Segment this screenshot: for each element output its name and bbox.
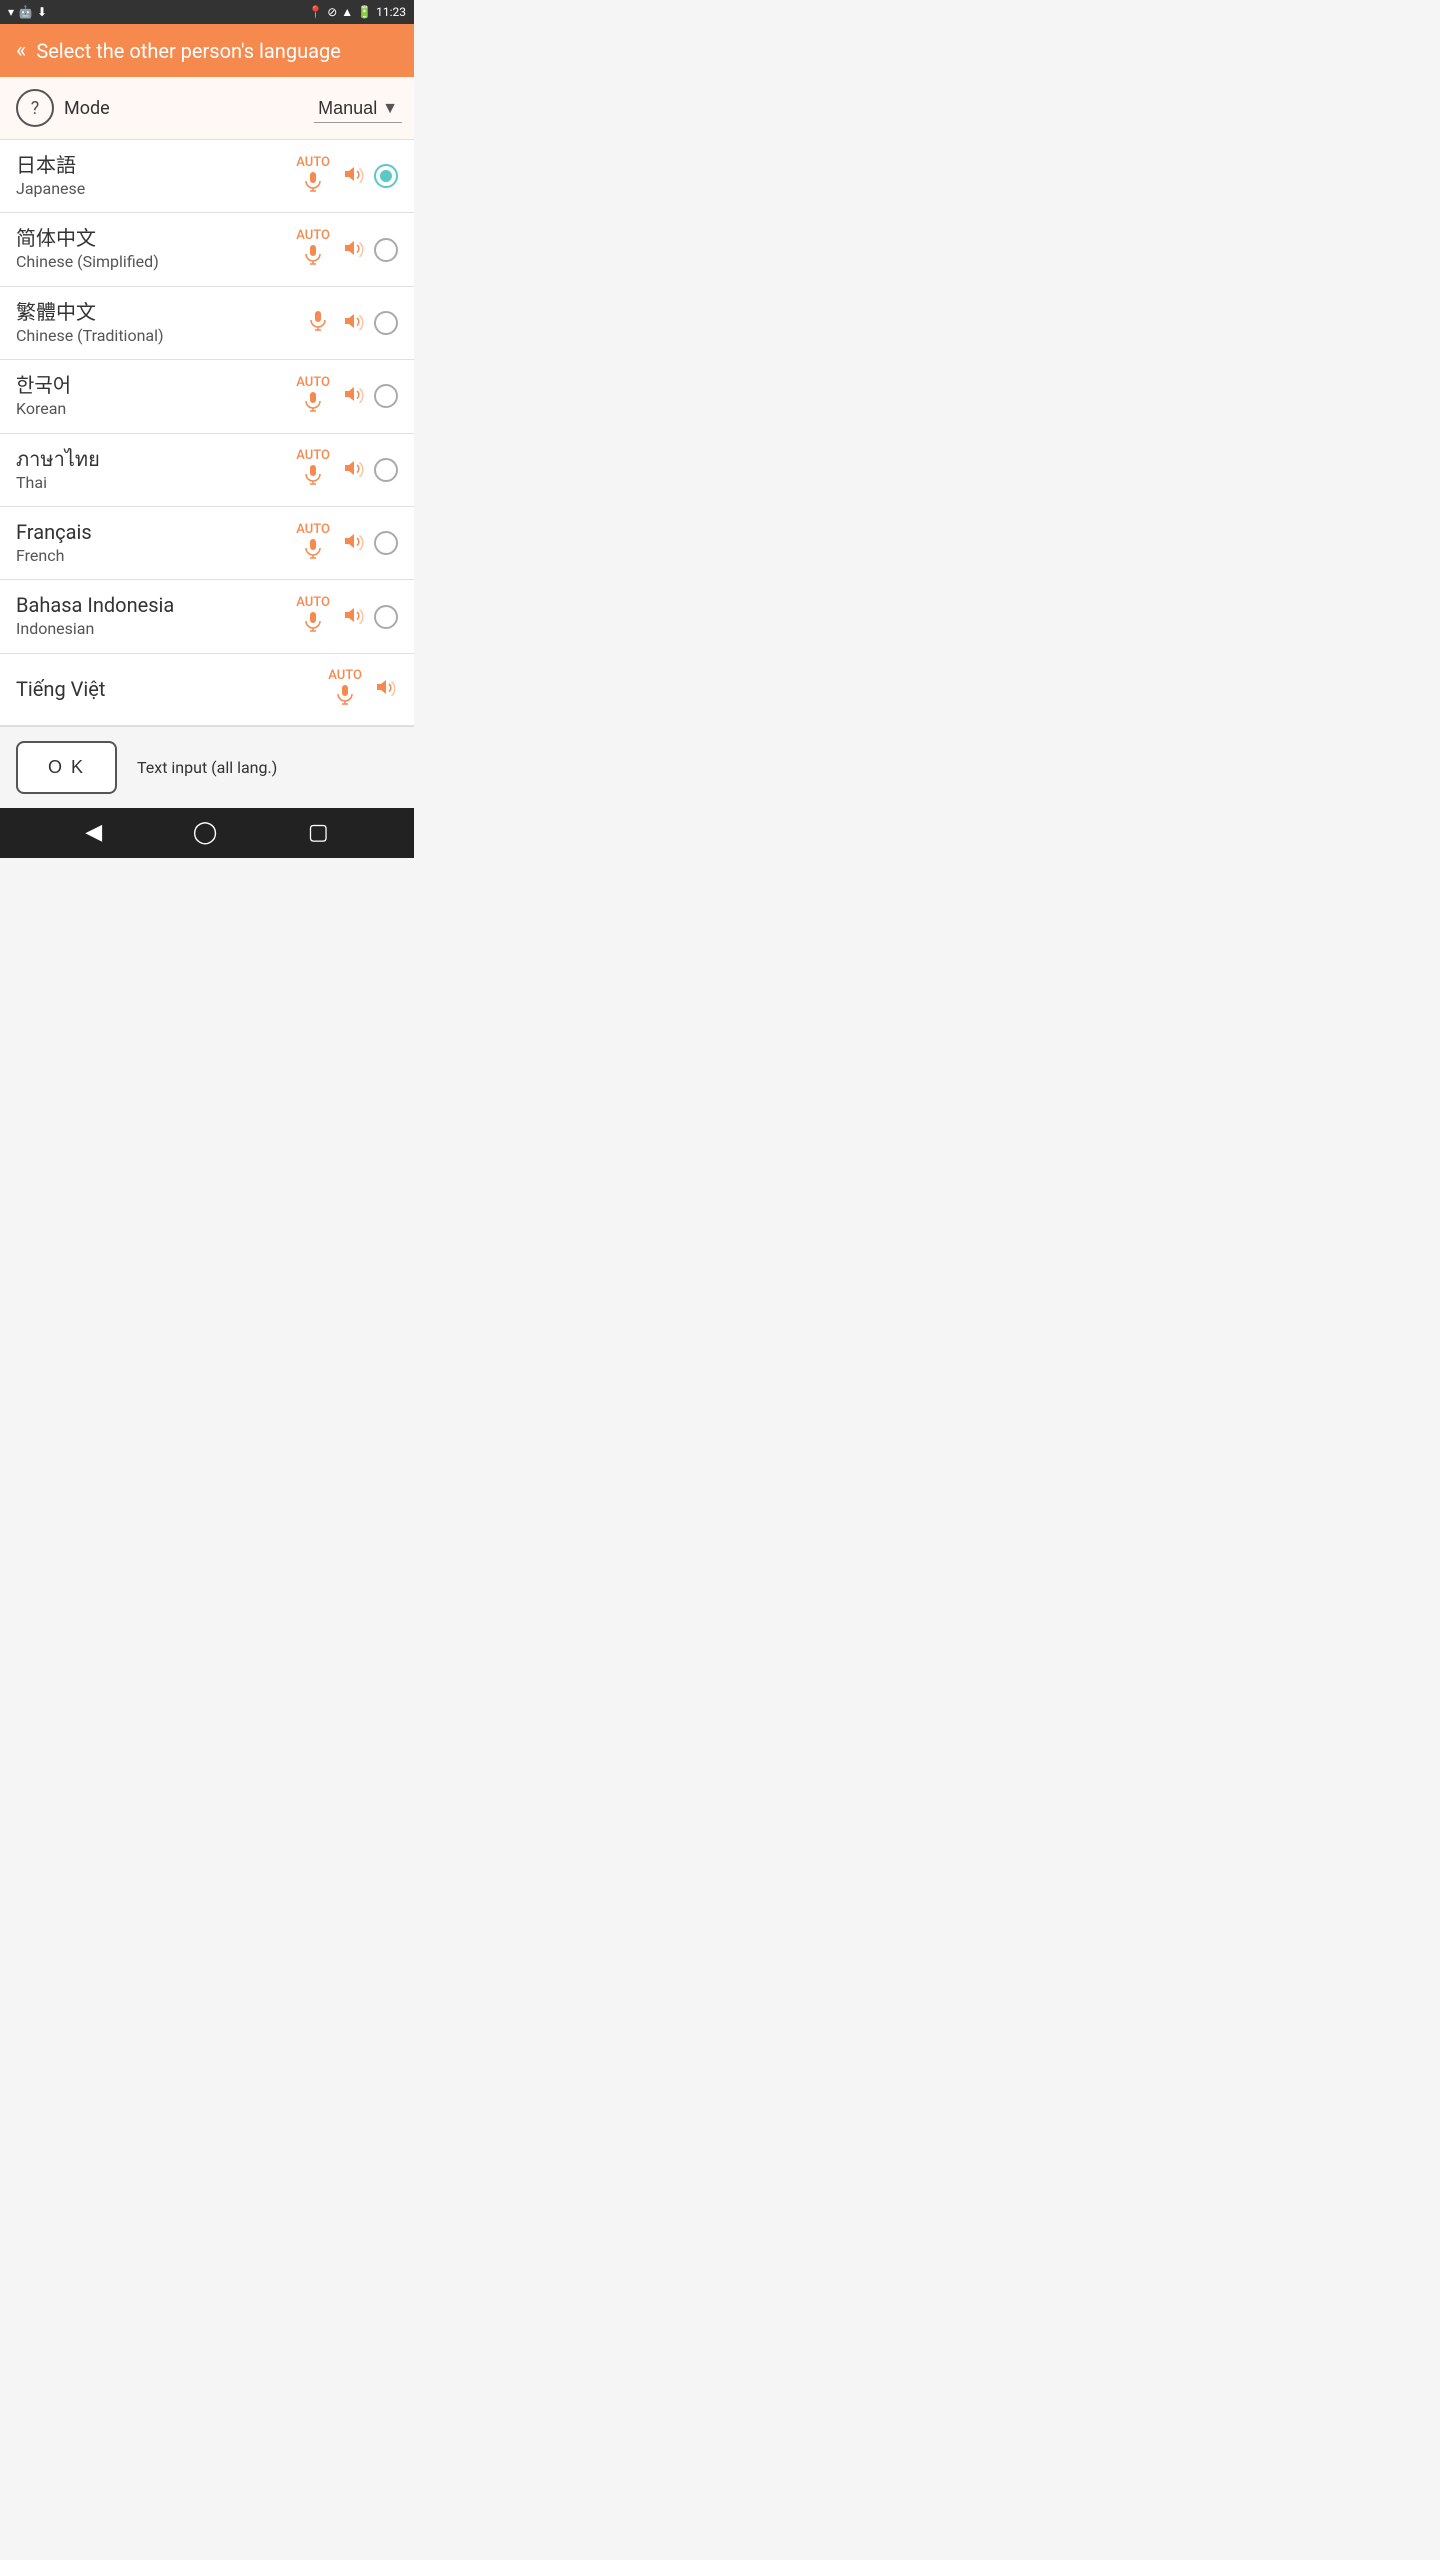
location-icon: 📍 [308,5,323,19]
language-native-name: 简体中文 [16,225,296,251]
status-icons-left: ▾ 🤖 ⬇ [8,5,47,19]
mic-icon[interactable] [306,309,330,337]
mode-select-wrapper: ManualAutoSingle ▼ [231,94,398,123]
android-icon: 🤖 [18,5,33,19]
language-item[interactable]: 한국어KoreanAUTO [0,360,414,433]
battery-icon: 🔋 [357,5,372,19]
volume-icon[interactable] [342,309,366,337]
language-native-name: Tiếng Việt [16,676,328,702]
mic-icon[interactable] [301,390,325,418]
no-sim-icon: ⊘ [327,5,337,19]
download-icon: ⬇ [37,5,47,19]
volume-icon[interactable] [342,382,366,410]
nav-back-icon[interactable]: ◀ [85,820,102,845]
signal-icon: ▾ [8,5,14,19]
volume-icon[interactable] [342,529,366,557]
status-bar: ▾ 🤖 ⬇ 📍 ⊘ ▲ 🔋 11:23 [0,0,414,24]
volume-icon[interactable] [342,162,366,190]
language-item[interactable]: 日本語JapaneseAUTO [0,140,414,213]
language-item[interactable]: 简体中文Chinese (Simplified)AUTO [0,213,414,286]
help-icon-button[interactable]: ? [16,89,54,127]
volume-icon[interactable] [342,603,366,631]
mic-icon[interactable] [301,610,325,638]
auto-label: AUTO [296,155,330,170]
nav-bar: ◀ ◯ ▢ [0,808,414,858]
mode-label: Mode [64,98,231,119]
mic-icon[interactable] [301,170,325,198]
header: « Select the other person's language [0,24,414,77]
language-native-name: 日本語 [16,152,296,178]
clock: 11:23 [376,5,406,19]
language-radio[interactable] [374,384,398,408]
nav-recent-icon[interactable]: ▢ [308,820,329,845]
page-title: Select the other person's language [36,39,340,63]
text-input-label: Text input (all lang.) [137,758,277,777]
language-item[interactable]: FrançaisFrenchAUTO [0,507,414,580]
mode-dropdown[interactable]: ManualAutoSingle [314,94,402,123]
language-list: 日本語JapaneseAUTO 简体中文Chinese (Simplified)… [0,140,414,726]
language-english-name: Korean [16,398,296,420]
language-english-name: Thai [16,472,296,494]
auto-label: AUTO [296,375,330,390]
language-radio[interactable] [374,531,398,555]
language-english-name: Chinese (Traditional) [16,325,306,347]
language-item[interactable]: Bahasa IndonesiaIndonesianAUTO [0,580,414,653]
footer: O K Text input (all lang.) [0,726,414,808]
language-english-name: French [16,545,296,567]
wifi-icon: ▲ [341,5,353,19]
mic-icon[interactable] [301,243,325,271]
auto-label: AUTO [296,448,330,463]
volume-icon[interactable] [342,236,366,264]
auto-label: AUTO [296,228,330,243]
mic-icon[interactable] [301,537,325,565]
language-item[interactable]: ภาษาไทยThaiAUTO [0,434,414,507]
auto-label: AUTO [296,595,330,610]
status-icons-right: 📍 ⊘ ▲ 🔋 11:23 [308,5,406,19]
ok-button[interactable]: O K [16,741,117,794]
mode-row: ? Mode ManualAutoSingle ▼ [0,77,414,140]
mic-icon[interactable] [301,463,325,491]
language-radio[interactable] [374,238,398,262]
nav-home-icon[interactable]: ◯ [193,820,218,845]
auto-label: AUTO [328,668,362,683]
language-radio[interactable] [374,605,398,629]
language-native-name: ภาษาไทย [16,446,296,472]
language-item[interactable]: 繁體中文Chinese (Traditional) [0,287,414,360]
language-native-name: 繁體中文 [16,299,306,325]
back-button[interactable]: « [16,38,26,63]
language-english-name: Indonesian [16,618,296,640]
language-radio[interactable] [374,164,398,188]
language-native-name: 한국어 [16,372,296,398]
language-native-name: Bahasa Indonesia [16,592,296,618]
language-radio[interactable] [374,458,398,482]
volume-icon[interactable] [342,456,366,484]
language-item[interactable]: Tiếng ViệtAUTO [0,654,414,726]
language-english-name: Chinese (Simplified) [16,251,296,273]
volume-icon[interactable] [374,675,398,703]
language-native-name: Français [16,519,296,545]
auto-label: AUTO [296,522,330,537]
language-radio[interactable] [374,311,398,335]
mic-icon[interactable] [333,683,357,711]
language-english-name: Japanese [16,178,296,200]
